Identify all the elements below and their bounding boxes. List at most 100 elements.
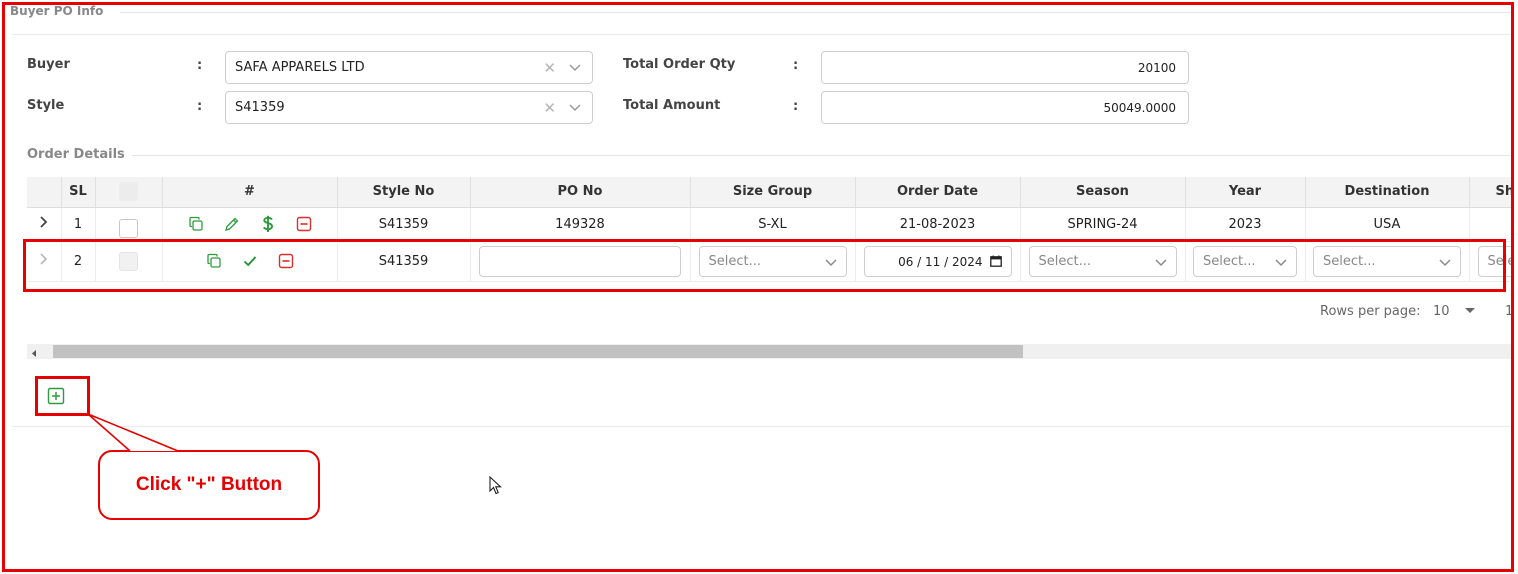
row-size-group: S-XL xyxy=(690,207,856,242)
order-details-title: Order Details xyxy=(27,147,125,162)
footer-divider xyxy=(12,426,1510,427)
total-amount-label: Total Amount xyxy=(623,98,721,113)
row-sl: 2 xyxy=(61,241,96,282)
select-all-checkbox[interactable] xyxy=(119,182,138,202)
column-header-destination[interactable]: Destination xyxy=(1305,177,1470,208)
chevron-down-icon xyxy=(824,255,838,273)
dollar-icon[interactable] xyxy=(259,215,277,233)
truncated-select[interactable]: Sele xyxy=(1477,245,1512,277)
total-order-qty-label: Total Order Qty xyxy=(623,57,736,72)
order-date-value: 06 / 11 / 2024 xyxy=(898,254,983,269)
total-amount-field[interactable]: 50049.0000 xyxy=(821,91,1189,124)
total-order-qty-colon: : xyxy=(793,58,799,73)
row-checkbox-cell[interactable] xyxy=(95,207,163,242)
rows-per-page-label: Rows per page: xyxy=(1320,304,1421,319)
destination-select-cell: Select... xyxy=(1305,241,1470,282)
destination-placeholder: Select... xyxy=(1323,253,1376,269)
style-select[interactable]: S41359 ✕ xyxy=(225,91,593,124)
row-actions xyxy=(162,241,338,282)
scroll-left-icon[interactable] xyxy=(30,347,38,362)
chevron-right-icon[interactable] xyxy=(39,216,49,228)
row-sl: 1 xyxy=(61,207,96,242)
section-title: Buyer PO Info xyxy=(10,4,104,18)
size-group-select[interactable]: Select... xyxy=(698,245,847,277)
style-colon: : xyxy=(197,99,203,114)
copy-icon[interactable] xyxy=(205,252,223,270)
row-actions xyxy=(162,207,338,242)
select-all-checkbox-header[interactable] xyxy=(95,177,163,208)
total-order-qty-field[interactable]: 20100 xyxy=(821,51,1189,84)
order-date-cell: 06 / 11 / 2024 xyxy=(855,241,1021,282)
chevron-down-icon[interactable] xyxy=(568,60,582,78)
expand-row-button[interactable] xyxy=(27,241,62,282)
page-range-fragment: 1 xyxy=(1505,304,1514,319)
expand-row-button[interactable] xyxy=(27,207,62,242)
calendar-icon[interactable] xyxy=(989,255,1002,271)
save-check-icon[interactable] xyxy=(241,252,259,270)
row-po-no: 149328 xyxy=(470,207,691,242)
total-order-qty-value: 20100 xyxy=(1137,61,1176,75)
plus-square-icon[interactable] xyxy=(47,387,65,405)
caret-down-icon[interactable] xyxy=(1464,305,1476,315)
column-header-style-no[interactable]: Style No xyxy=(337,177,471,208)
clear-icon[interactable]: ✕ xyxy=(543,99,556,117)
year-select-cell: Select... xyxy=(1185,241,1306,282)
callout-text: Click "+" Button xyxy=(135,474,283,495)
year-placeholder: Select... xyxy=(1203,253,1256,269)
table-row: 1 S41359 149328 S-XL 21-08-2023 SPRING-2… xyxy=(27,207,1511,242)
po-no-input[interactable] xyxy=(479,245,681,277)
remove-row-icon[interactable] xyxy=(295,215,313,233)
total-amount-value: 50049.0000 xyxy=(1103,101,1176,115)
row-truncated-cell xyxy=(1469,207,1511,242)
row-checkbox[interactable] xyxy=(119,218,138,238)
clear-icon[interactable]: ✕ xyxy=(543,59,556,77)
size-group-select-cell: Select... xyxy=(690,241,856,282)
order-date-input[interactable]: 06 / 11 / 2024 xyxy=(863,245,1012,277)
order-details-divider xyxy=(132,155,1510,156)
column-header-year[interactable]: Year xyxy=(1185,177,1306,208)
buyer-label: Buyer xyxy=(27,57,70,72)
remove-row-icon[interactable] xyxy=(277,252,295,270)
column-header-size-group[interactable]: Size Group xyxy=(690,177,856,208)
add-button-highlight xyxy=(35,376,90,416)
edit-pencil-icon[interactable] xyxy=(223,215,241,233)
table-header-row: SL # Style No PO No Size Group Order Dat… xyxy=(27,177,1511,208)
rows-per-page-value: 10 xyxy=(1433,304,1450,319)
total-amount-colon: : xyxy=(793,99,799,114)
destination-select[interactable]: Select... xyxy=(1313,245,1461,277)
order-details-table: SL # Style No PO No Size Group Order Dat… xyxy=(27,177,1511,283)
instruction-callout: Click "+" Button xyxy=(98,450,320,520)
column-header-season[interactable]: Season xyxy=(1020,177,1186,208)
column-header-truncated[interactable]: Sh xyxy=(1469,177,1511,208)
rows-per-page-select[interactable]: 10 xyxy=(1433,304,1476,319)
column-header-sl[interactable]: SL xyxy=(61,177,96,208)
row-year: 2023 xyxy=(1185,207,1306,242)
table-row-new: 2 S41359 Select... 06 / 11 / 2024 Select… xyxy=(27,241,1512,282)
chevron-down-icon xyxy=(1438,255,1452,273)
row-style-no: S41359 xyxy=(337,207,471,242)
chevron-down-icon[interactable] xyxy=(568,100,582,118)
add-row-button[interactable] xyxy=(47,387,65,405)
horizontal-scrollbar[interactable] xyxy=(27,344,1511,359)
column-header-actions: # xyxy=(162,177,338,208)
truncated-select-placeholder: Sele xyxy=(1487,253,1512,269)
truncated-select-cell: Sele xyxy=(1469,241,1512,282)
column-header-po-no[interactable]: PO No xyxy=(470,177,691,208)
row-checkbox-cell xyxy=(95,241,163,282)
chevron-right-icon[interactable] xyxy=(39,253,49,265)
season-select[interactable]: Select... xyxy=(1028,245,1177,277)
section-divider xyxy=(120,12,1510,13)
chevron-down-icon xyxy=(1154,255,1168,273)
column-header-order-date[interactable]: Order Date xyxy=(855,177,1021,208)
size-group-placeholder: Select... xyxy=(708,253,762,269)
chevron-down-icon xyxy=(1274,255,1288,273)
year-select[interactable]: Select... xyxy=(1193,245,1297,277)
season-placeholder: Select... xyxy=(1038,253,1092,269)
copy-icon[interactable] xyxy=(187,215,205,233)
header-divider xyxy=(12,34,1510,35)
expand-column-header xyxy=(27,177,62,208)
buyer-select-value: SAFA APPARELS LTD xyxy=(235,60,365,75)
style-select-value: S41359 xyxy=(235,100,285,115)
scrollbar-thumb[interactable] xyxy=(53,345,1023,358)
buyer-select[interactable]: SAFA APPARELS LTD ✕ xyxy=(225,51,593,84)
